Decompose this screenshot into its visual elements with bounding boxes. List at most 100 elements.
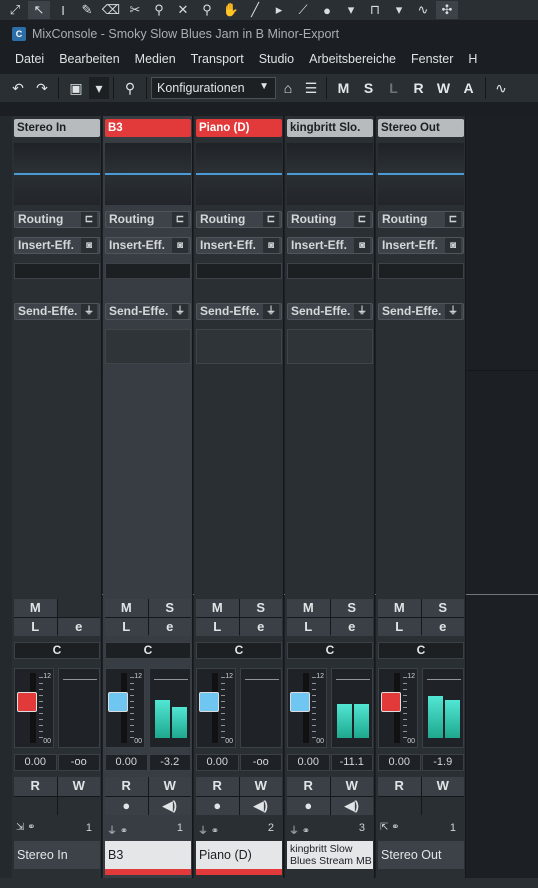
solo-all-button[interactable]: S — [356, 80, 381, 96]
listen-button[interactable]: L — [14, 618, 57, 636]
mute-button[interactable]: M — [378, 599, 421, 617]
insert-effects-button[interactable]: Insert-Eff. ◙ — [14, 237, 100, 254]
send-effects-button[interactable]: Send-Effe. ⏚ — [287, 303, 373, 320]
record-enable-button[interactable] — [14, 796, 57, 815]
write-button[interactable]: W — [330, 777, 373, 796]
routing-button[interactable]: Routing ⊏ — [287, 211, 373, 228]
configurations-dropdown[interactable]: Konfigurationen ▼ — [151, 77, 276, 99]
listen-button[interactable]: L — [287, 618, 330, 636]
channel-strip[interactable]: kingbritt Slo. Routing ⊏ Insert-Eff. ◙ Sen… — [285, 116, 375, 878]
hand-icon[interactable]: ✋ — [220, 1, 242, 19]
insert-slot[interactable] — [14, 263, 100, 279]
pan-control[interactable]: C — [196, 642, 282, 659]
send-slot[interactable] — [287, 329, 373, 364]
edit-button[interactable]: e — [421, 618, 464, 636]
mute-button[interactable]: M — [196, 599, 239, 617]
automation-button[interactable]: A — [456, 80, 481, 96]
insert-power-icon[interactable]: ◙ — [445, 238, 461, 253]
meter-peak-value[interactable]: -oo — [57, 754, 100, 771]
send-slot[interactable] — [196, 329, 282, 364]
list-icon[interactable]: ☰ — [300, 77, 322, 99]
routing-icon[interactable]: ⊏ — [172, 212, 188, 227]
send-power-icon[interactable]: ⏚ — [81, 304, 97, 319]
solo-button[interactable]: S — [148, 599, 191, 617]
pan-control[interactable]: C — [105, 642, 191, 659]
pan-control[interactable]: C — [287, 642, 373, 659]
edit-button[interactable]: e — [330, 618, 373, 636]
insert-slot[interactable] — [196, 263, 282, 279]
menu-transport[interactable]: Transport — [191, 52, 244, 66]
insert-power-icon[interactable]: ◙ — [354, 238, 370, 253]
chevron-down-icon[interactable]: ▾ — [388, 1, 410, 19]
chevron-down-icon[interactable]: ▾ — [340, 1, 362, 19]
read-all-button[interactable]: R — [406, 80, 431, 96]
insert-power-icon[interactable]: ◙ — [81, 238, 97, 253]
read-button[interactable]: R — [14, 777, 57, 796]
menu-datei[interactable]: Datei — [15, 52, 44, 66]
insert-effects-button[interactable]: Insert-Eff. ◙ — [105, 237, 191, 254]
send-power-icon[interactable]: ⏚ — [445, 304, 461, 319]
routing-button[interactable]: Routing ⊏ — [14, 211, 100, 228]
send-effects-button[interactable]: Send-Effe. ⏚ — [14, 303, 100, 320]
volume-value[interactable]: 0.00 — [287, 754, 330, 771]
volume-fader[interactable]: 12 00 — [378, 668, 418, 748]
insert-slot[interactable] — [287, 263, 373, 279]
send-effects-button[interactable]: Send-Effe. ⏚ — [378, 303, 464, 320]
listen-all-button[interactable]: L — [381, 80, 406, 96]
menu-help[interactable]: H — [468, 52, 477, 66]
routing-icon[interactable]: ⊏ — [263, 212, 279, 227]
listen-button[interactable]: L — [196, 618, 239, 636]
menu-arbeitsbereiche[interactable]: Arbeitsbereiche — [309, 52, 396, 66]
edit-button[interactable]: e — [57, 618, 100, 636]
routing-button[interactable]: Routing ⊏ — [378, 211, 464, 228]
channel-strip[interactable]: Piano (D) Routing ⊏ Insert-Eff. ◙ Send-Eff… — [194, 116, 284, 878]
routing-icon[interactable]: ⊏ — [445, 212, 461, 227]
read-button[interactable]: R — [287, 777, 330, 796]
channel-name-footer[interactable]: B3 — [105, 841, 191, 869]
send-power-icon[interactable]: ⏚ — [354, 304, 370, 319]
pencil-icon[interactable]: ✎ — [76, 1, 98, 19]
record-enable-button[interactable] — [378, 796, 421, 815]
mute-button[interactable]: M — [287, 599, 330, 617]
edit-button[interactable]: e — [148, 618, 191, 636]
zoom-icon[interactable]: ⚲ — [196, 1, 218, 19]
speech-icon[interactable]: ● — [316, 1, 338, 19]
fader-handle[interactable] — [108, 692, 128, 712]
channel-name-footer[interactable]: Stereo Out — [378, 841, 464, 869]
send-effects-button[interactable]: Send-Effe. ⏚ — [196, 303, 282, 320]
routing-button[interactable]: Routing ⊏ — [196, 211, 282, 228]
send-power-icon[interactable]: ⏚ — [263, 304, 279, 319]
insert-power-icon[interactable]: ◙ — [172, 238, 188, 253]
insert-slot[interactable] — [105, 263, 191, 279]
record-enable-button[interactable]: ● — [105, 796, 148, 815]
snapshot-icon[interactable]: ▣ — [63, 77, 89, 99]
pan-control[interactable]: C — [14, 642, 100, 659]
monitor-button[interactable]: ◀) — [330, 796, 373, 815]
meter-peak-value[interactable]: -3.2 — [148, 754, 191, 771]
write-button[interactable]: W — [148, 777, 191, 796]
range-icon[interactable]: I — [52, 1, 74, 19]
volume-value[interactable]: 0.00 — [378, 754, 421, 771]
record-enable-button[interactable]: ● — [196, 796, 239, 815]
mute-button[interactable]: M — [14, 599, 57, 617]
send-power-icon[interactable]: ⏚ — [172, 304, 188, 319]
bottom-scrollbar[interactable] — [0, 878, 538, 888]
meter-peak-value[interactable]: -oo — [239, 754, 282, 771]
channel-strip[interactable]: B3 Routing ⊏ Insert-Eff. ◙ Send-Effe. ⏚ M S… — [103, 116, 193, 878]
solo-button[interactable]: S — [330, 599, 373, 617]
insert-effects-button[interactable]: Insert-Eff. ◙ — [287, 237, 373, 254]
write-button[interactable]: W — [421, 777, 464, 796]
listen-button[interactable]: L — [378, 618, 421, 636]
menu-studio[interactable]: Studio — [259, 52, 294, 66]
write-button[interactable]: W — [239, 777, 282, 796]
insert-effects-button[interactable]: Insert-Eff. ◙ — [196, 237, 282, 254]
scissors-icon[interactable]: ✂ — [124, 1, 146, 19]
volume-fader[interactable]: 12 00 — [196, 668, 236, 748]
arrow-left-icon[interactable]: ⤢ — [4, 1, 26, 19]
menu-medien[interactable]: Medien — [135, 52, 176, 66]
mute-icon[interactable]: ✕ — [172, 1, 194, 19]
redo-icon[interactable]: ↷ — [30, 77, 54, 99]
send-effects-button[interactable]: Send-Effe. ⏚ — [105, 303, 191, 320]
monitor-button[interactable] — [57, 796, 100, 815]
routing-icon[interactable]: ⊏ — [81, 212, 97, 227]
